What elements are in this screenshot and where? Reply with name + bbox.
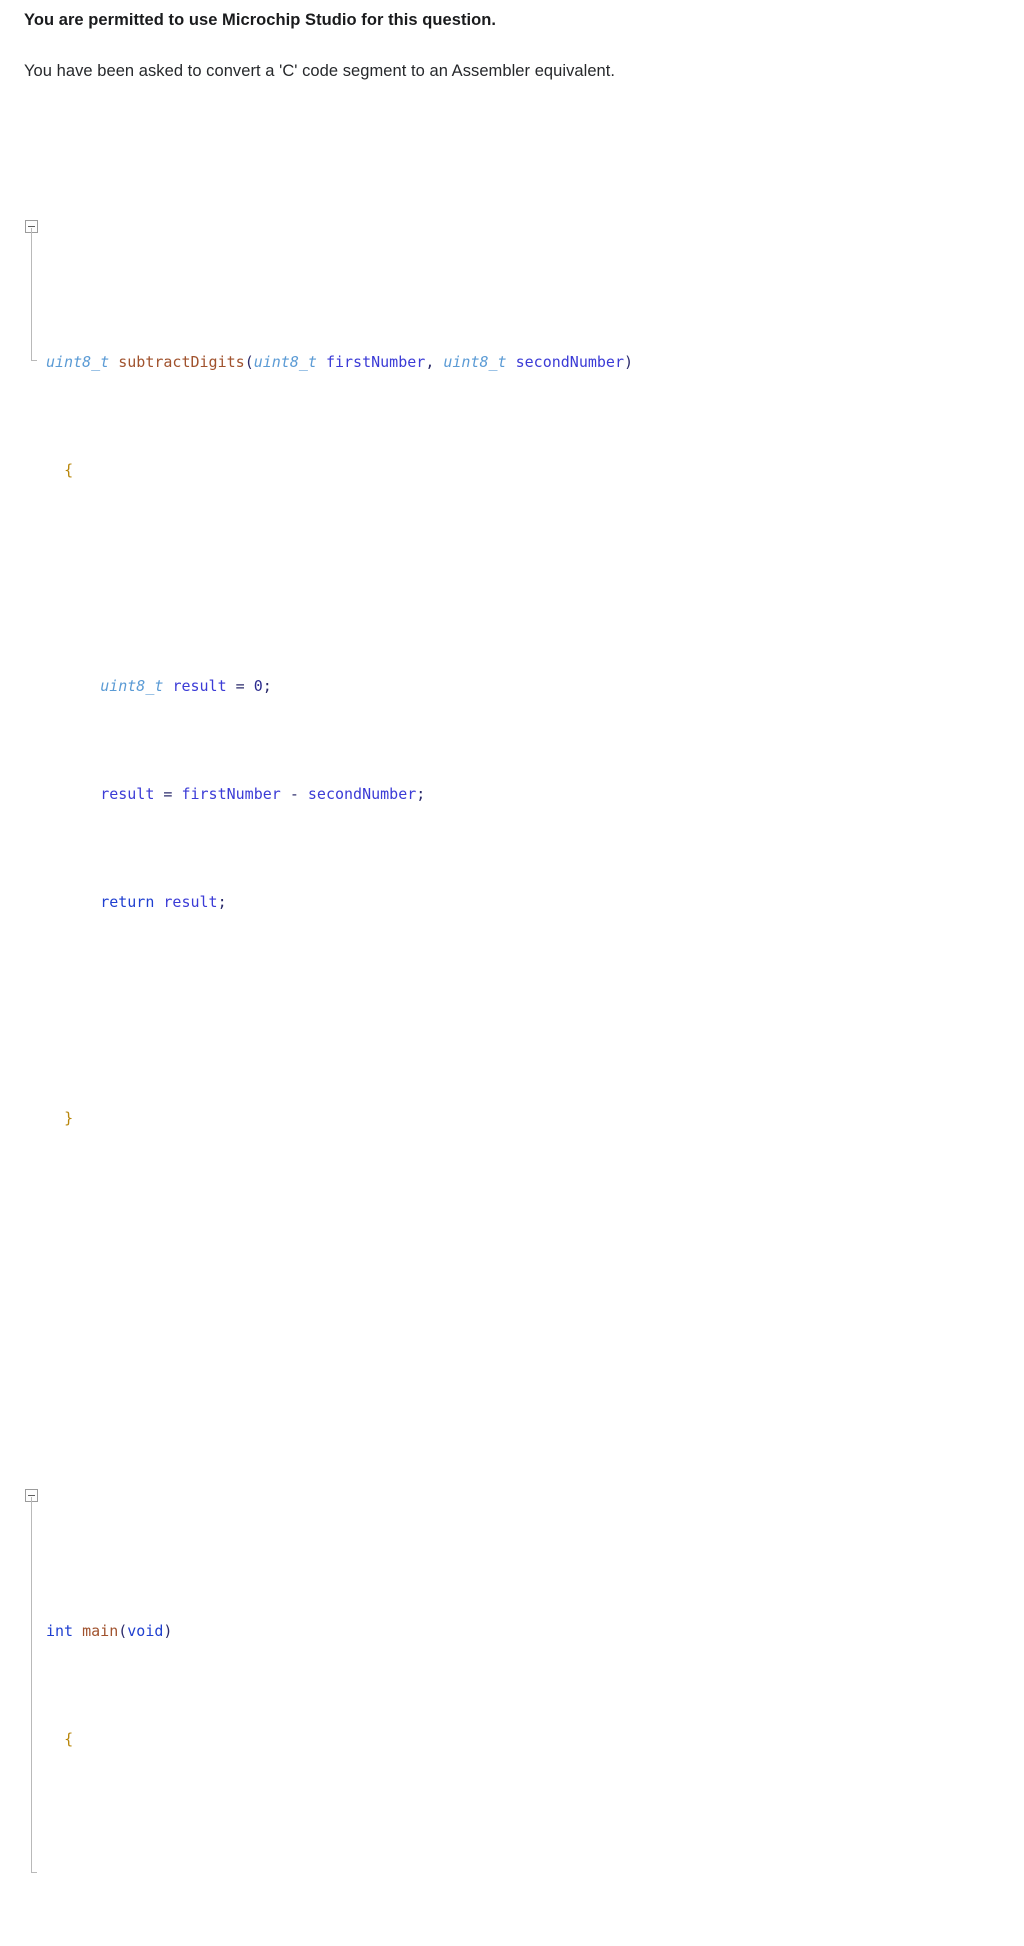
code-line: int main(void) <box>24 1618 1000 1645</box>
c-code-block: uint8_t subtractDigits(uint8_t firstNumb… <box>24 84 1000 1946</box>
code-line: { <box>24 457 1000 484</box>
token-function-name: subtractDigits <box>118 353 245 372</box>
token-operator: = <box>154 785 182 804</box>
intro-bold-block: You are permitted to use Microchip Studi… <box>24 0 1000 34</box>
code-line: return result; <box>24 889 1000 916</box>
token-punct: ( <box>118 1622 128 1641</box>
token-variable: result <box>172 677 227 696</box>
token-function-name: main <box>82 1622 119 1641</box>
token-number: 0 <box>253 677 263 696</box>
token-brace: { <box>64 461 74 480</box>
token-variable: secondNumber <box>307 785 417 804</box>
intro-bold-text: You are permitted to use Microchip Studi… <box>24 11 497 29</box>
token-punct: ( <box>244 353 254 372</box>
code-line: result = firstNumber - secondNumber; <box>24 781 1000 808</box>
token-type: uint8_t <box>46 353 110 372</box>
token-keyword: int <box>46 1622 74 1641</box>
code-region-main: int main(void) { // Define the input arr… <box>24 1483 1000 1946</box>
token-param-name: firstNumber <box>325 353 426 372</box>
token-keyword: void <box>127 1622 164 1641</box>
token-operator: - <box>280 785 308 804</box>
code-line: uint8_t subtractDigits(uint8_t firstNumb… <box>24 349 1000 376</box>
code-line: uint8_t result = 0; <box>24 673 1000 700</box>
token-punct: ; <box>262 677 272 696</box>
code-line: // Define the input array <box>24 1942 1000 1946</box>
intro-text-block: You have been asked to convert a 'C' cod… <box>24 34 1000 85</box>
token-punct: , <box>425 353 444 372</box>
token-keyword: return <box>100 893 155 912</box>
code-region-subtract-digits: uint8_t subtractDigits(uint8_t firstNumb… <box>24 214 1000 1186</box>
intro-text: You have been asked to convert a 'C' cod… <box>24 61 616 80</box>
token-variable: result <box>100 785 155 804</box>
fold-guide-line <box>31 1497 37 1874</box>
fold-guide-line <box>31 228 37 362</box>
token-operator: = <box>226 677 254 696</box>
token-variable: result <box>163 893 218 912</box>
token-param-type: uint8_t <box>443 353 507 372</box>
token-punct: ; <box>217 893 227 912</box>
token-brace: } <box>64 1109 74 1128</box>
token-punct: ; <box>416 785 426 804</box>
question-page: You are permitted to use Microchip Studi… <box>0 0 1024 1874</box>
token-param-type: uint8_t <box>253 353 317 372</box>
code-line: { <box>24 1726 1000 1753</box>
code-line: } <box>24 1105 1000 1132</box>
token-param-name: secondNumber <box>515 353 624 372</box>
token-punct: ) <box>624 353 634 372</box>
token-variable: firstNumber <box>181 785 281 804</box>
token-punct: ) <box>163 1622 173 1641</box>
token-type: uint8_t <box>100 677 164 696</box>
token-brace: { <box>64 1730 74 1749</box>
